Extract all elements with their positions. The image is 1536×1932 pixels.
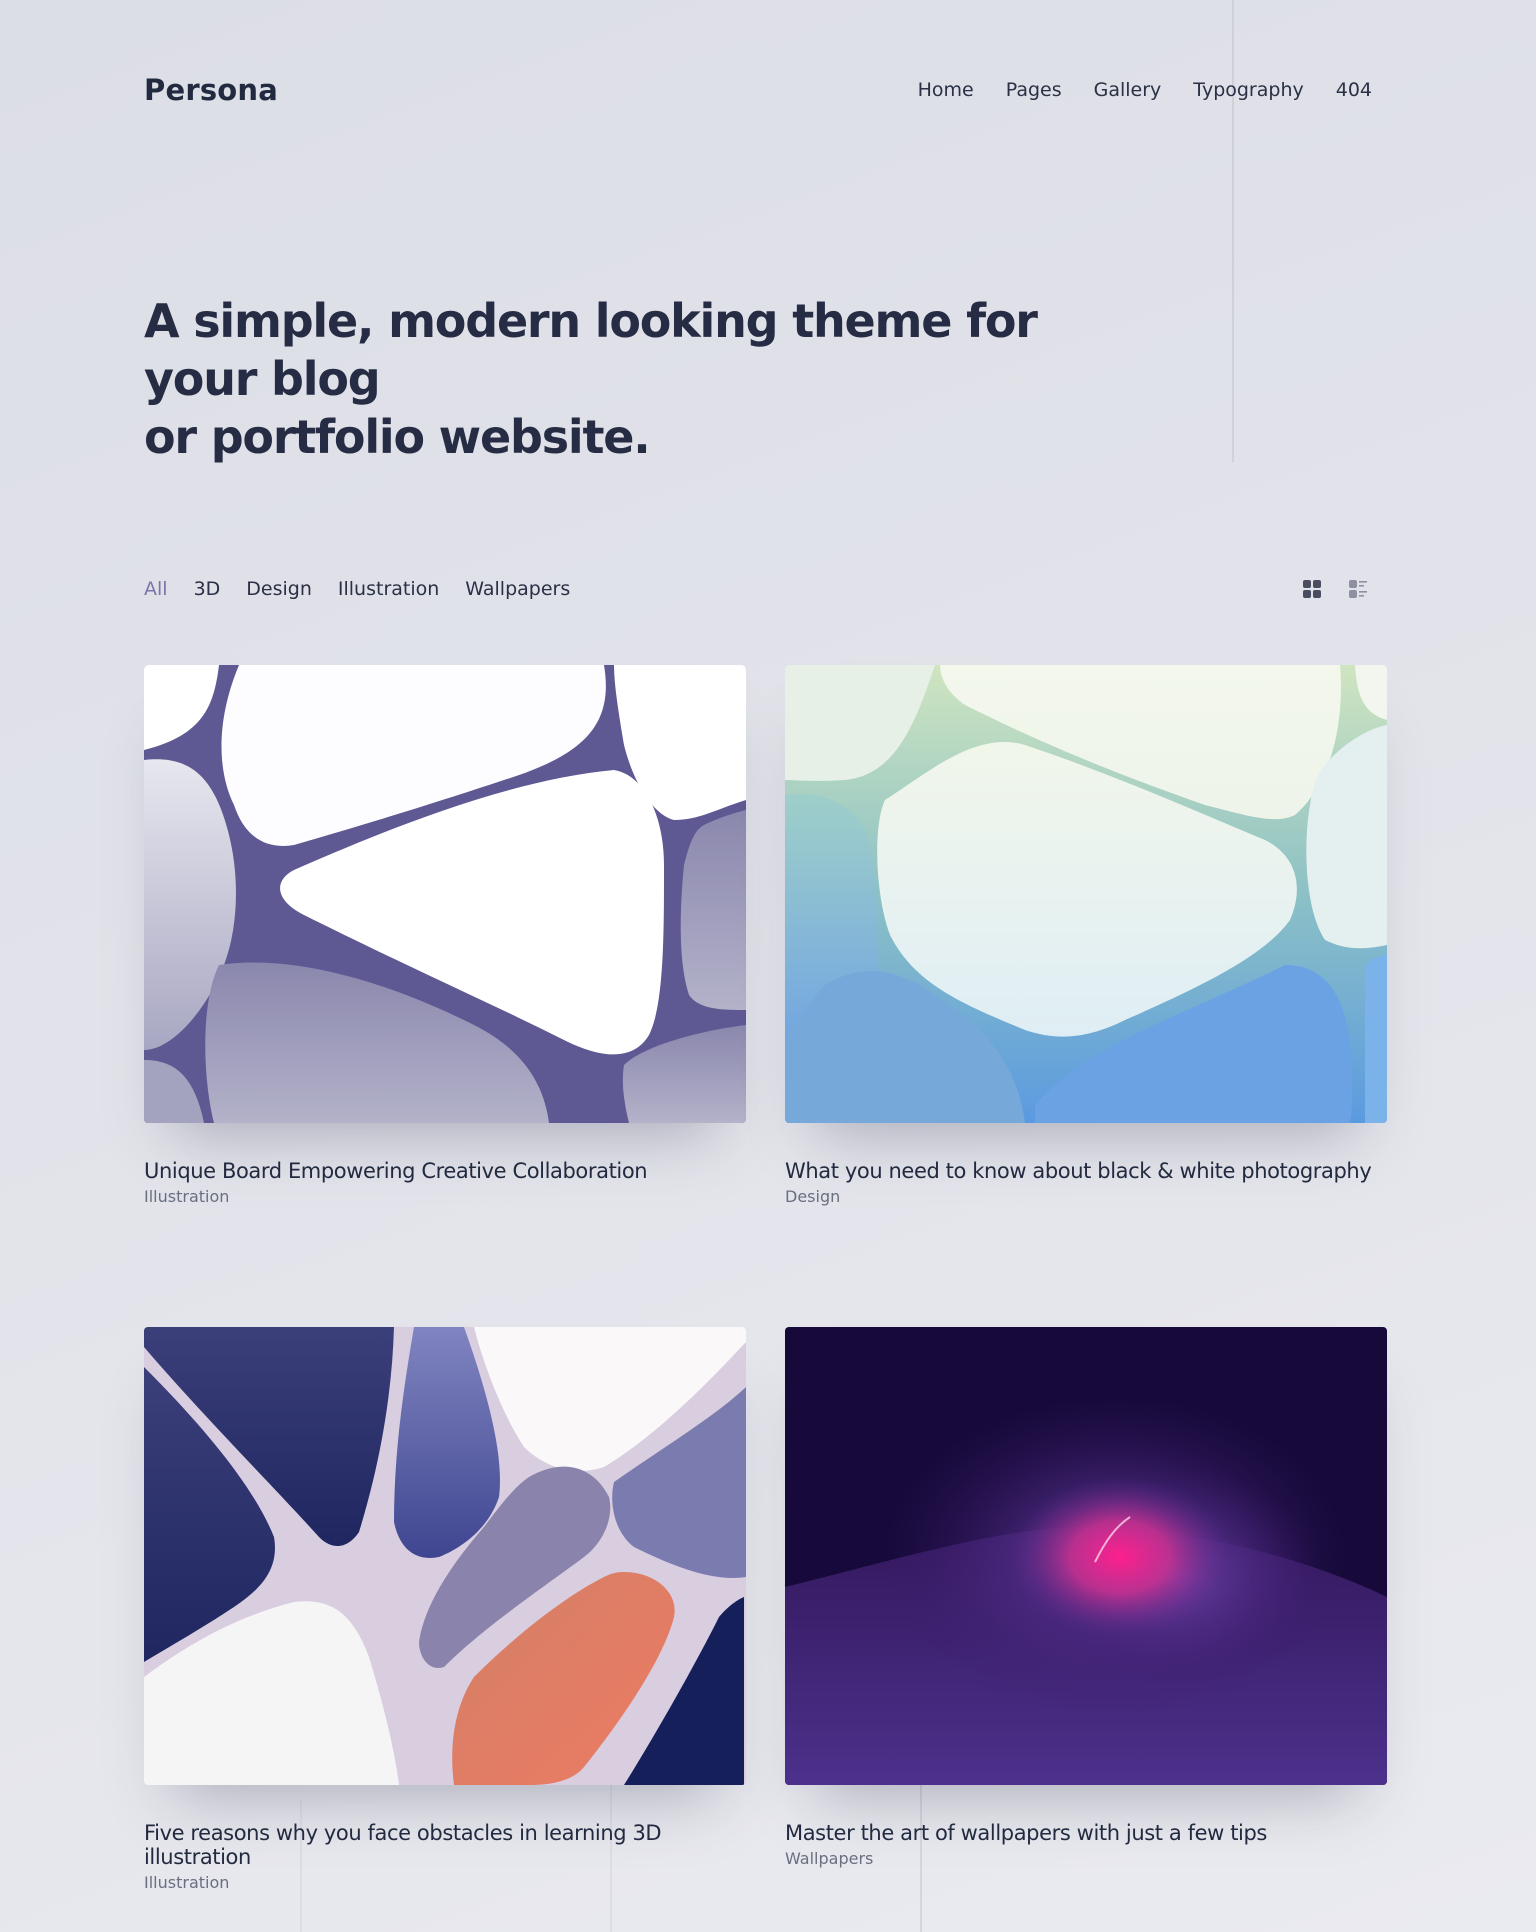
post-card[interactable]: Master the art of wallpapers with just a…	[785, 1327, 1387, 1868]
view-toggles	[1302, 579, 1368, 599]
post-thumbnail[interactable]	[785, 1327, 1387, 1785]
post-title[interactable]: Five reasons why you face obstacles in l…	[144, 1821, 746, 1869]
list-view-icon[interactable]	[1348, 579, 1368, 599]
post-title[interactable]: Unique Board Empowering Creative Collabo…	[144, 1159, 746, 1183]
site-header: Persona Home Pages Gallery Typography 40…	[144, 70, 1372, 110]
nav-404[interactable]: 404	[1336, 79, 1372, 101]
tab-3d[interactable]: 3D	[194, 578, 221, 600]
hero-heading: A simple, modern looking theme for your …	[144, 292, 1144, 466]
post-thumbnail[interactable]	[785, 665, 1387, 1123]
tab-wallpapers[interactable]: Wallpapers	[465, 578, 570, 600]
post-category[interactable]: Illustration	[144, 1187, 746, 1206]
post-thumbnail[interactable]	[144, 1327, 746, 1785]
post-category[interactable]: Wallpapers	[785, 1849, 1387, 1868]
post-card[interactable]: Unique Board Empowering Creative Collabo…	[144, 665, 746, 1206]
nav-home[interactable]: Home	[918, 79, 974, 101]
site-logo[interactable]: Persona	[144, 73, 278, 107]
post-card[interactable]: Five reasons why you face obstacles in l…	[144, 1327, 746, 1892]
post-title[interactable]: What you need to know about black & whit…	[785, 1159, 1387, 1183]
tab-design[interactable]: Design	[246, 578, 312, 600]
hero-line-1: A simple, modern looking theme for your …	[144, 294, 1038, 406]
grid-view-icon[interactable]	[1302, 579, 1322, 599]
post-category[interactable]: Illustration	[144, 1873, 746, 1892]
post-category[interactable]: Design	[785, 1187, 1387, 1206]
tab-all[interactable]: All	[144, 578, 168, 600]
post-thumbnail[interactable]	[144, 665, 746, 1123]
hero-line-2: or portfolio website.	[144, 410, 651, 464]
filter-bar: All 3D Design Illustration Wallpapers	[144, 578, 1380, 600]
tab-illustration[interactable]: Illustration	[338, 578, 439, 600]
nav-typography[interactable]: Typography	[1193, 79, 1303, 101]
post-card[interactable]: What you need to know about black & whit…	[785, 665, 1387, 1206]
nav-gallery[interactable]: Gallery	[1094, 79, 1162, 101]
nav-pages[interactable]: Pages	[1006, 79, 1062, 101]
category-tabs: All 3D Design Illustration Wallpapers	[144, 578, 570, 600]
post-title[interactable]: Master the art of wallpapers with just a…	[785, 1821, 1387, 1845]
main-nav: Home Pages Gallery Typography 404	[918, 79, 1372, 101]
